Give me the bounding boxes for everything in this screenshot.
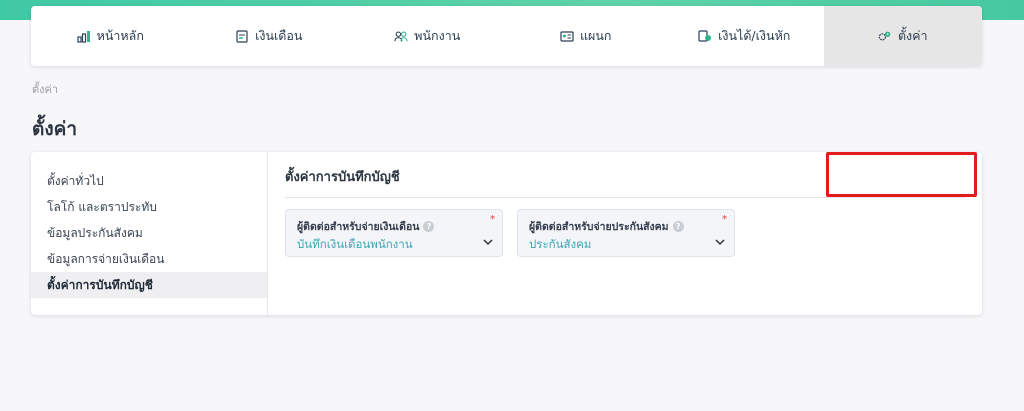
nav-item-home[interactable]: หน้าหลัก [31, 6, 190, 66]
section-divider [285, 197, 966, 198]
help-icon[interactable]: ? [423, 221, 435, 232]
bar-chart-icon [77, 29, 91, 43]
field-label: ผู้ติดต่อสำหรับจ่ายประกันสังคม ? [529, 218, 684, 235]
chevron-down-icon[interactable] [482, 236, 494, 248]
nav-item-salary[interactable]: เงินเดือน [190, 6, 349, 66]
nav-label: แผนก [580, 28, 612, 43]
help-icon[interactable]: ? [672, 221, 684, 232]
nav-label: พนักงาน [414, 28, 461, 43]
sidebar-item-accounting[interactable]: ตั้งค่าการบันทึกบัญชี [31, 272, 267, 298]
required-marker: * [722, 214, 727, 225]
nav-label: หน้าหลัก [96, 28, 144, 43]
field-label: ผู้ติดต่อสำหรับจ่ายเงินเดือน ? [297, 218, 435, 235]
sidebar-item-general[interactable]: ตั้งค่าทั่วไป [31, 168, 267, 194]
highlight-box [826, 152, 977, 197]
sidebar-item-logo-stamp[interactable]: โลโก้ และตราประทับ [31, 194, 267, 220]
users-icon [394, 29, 408, 43]
salary-contact-select[interactable]: ผู้ติดต่อสำหรับจ่ายเงินเดือน ? * บันทึกเ… [285, 209, 503, 257]
field-label-text: ผู้ติดต่อสำหรับจ่ายประกันสังคม [529, 221, 669, 233]
nav-item-employees[interactable]: พนักงาน [348, 6, 507, 66]
field-value: บันทึกเงินเดือนพนักงาน [297, 237, 413, 251]
money-icon [698, 29, 712, 43]
nav-label: เงินเดือน [255, 28, 303, 43]
settings-sidebar: ตั้งค่าทั่วไป โลโก้ และตราประทับ ข้อมูลป… [31, 152, 268, 315]
settings-card: ตั้งค่าทั่วไป โลโก้ และตราประทับ ข้อมูลป… [31, 152, 982, 315]
nav-label: ตั้งค่า [897, 28, 928, 43]
sidebar-item-payroll[interactable]: ข้อมูลการจ่ายเงินเดือน [31, 246, 267, 272]
nav-item-departments[interactable]: แผนก [507, 6, 666, 66]
page-title: ตั้งค่า [32, 118, 77, 140]
section-title: ตั้งค่าการบันทึกบัญชี [285, 170, 400, 185]
main-nav: หน้าหลัก เงินเดือน พนักงาน แผนก เงินได้/… [31, 6, 982, 66]
gears-icon [878, 29, 892, 43]
field-label-text: ผู้ติดต่อสำหรับจ่ายเงินเดือน [297, 221, 420, 233]
breadcrumb[interactable]: ตั้งค่า [32, 80, 58, 98]
nav-item-settings[interactable]: ตั้งค่า [823, 6, 982, 66]
field-value: ประกันสังคม [529, 237, 592, 251]
social-security-contact-select[interactable]: ผู้ติดต่อสำหรับจ่ายประกันสังคม ? * ประกั… [517, 209, 735, 257]
calendar-doc-icon [235, 29, 249, 43]
required-marker: * [490, 214, 495, 225]
nav-item-income-deduction[interactable]: เงินได้/เงินหัก [665, 6, 824, 66]
id-card-icon [560, 29, 574, 43]
sidebar-item-social-security[interactable]: ข้อมูลประกันสังคม [31, 220, 267, 246]
chevron-down-icon[interactable] [714, 236, 726, 248]
nav-label: เงินได้/เงินหัก [718, 28, 791, 43]
